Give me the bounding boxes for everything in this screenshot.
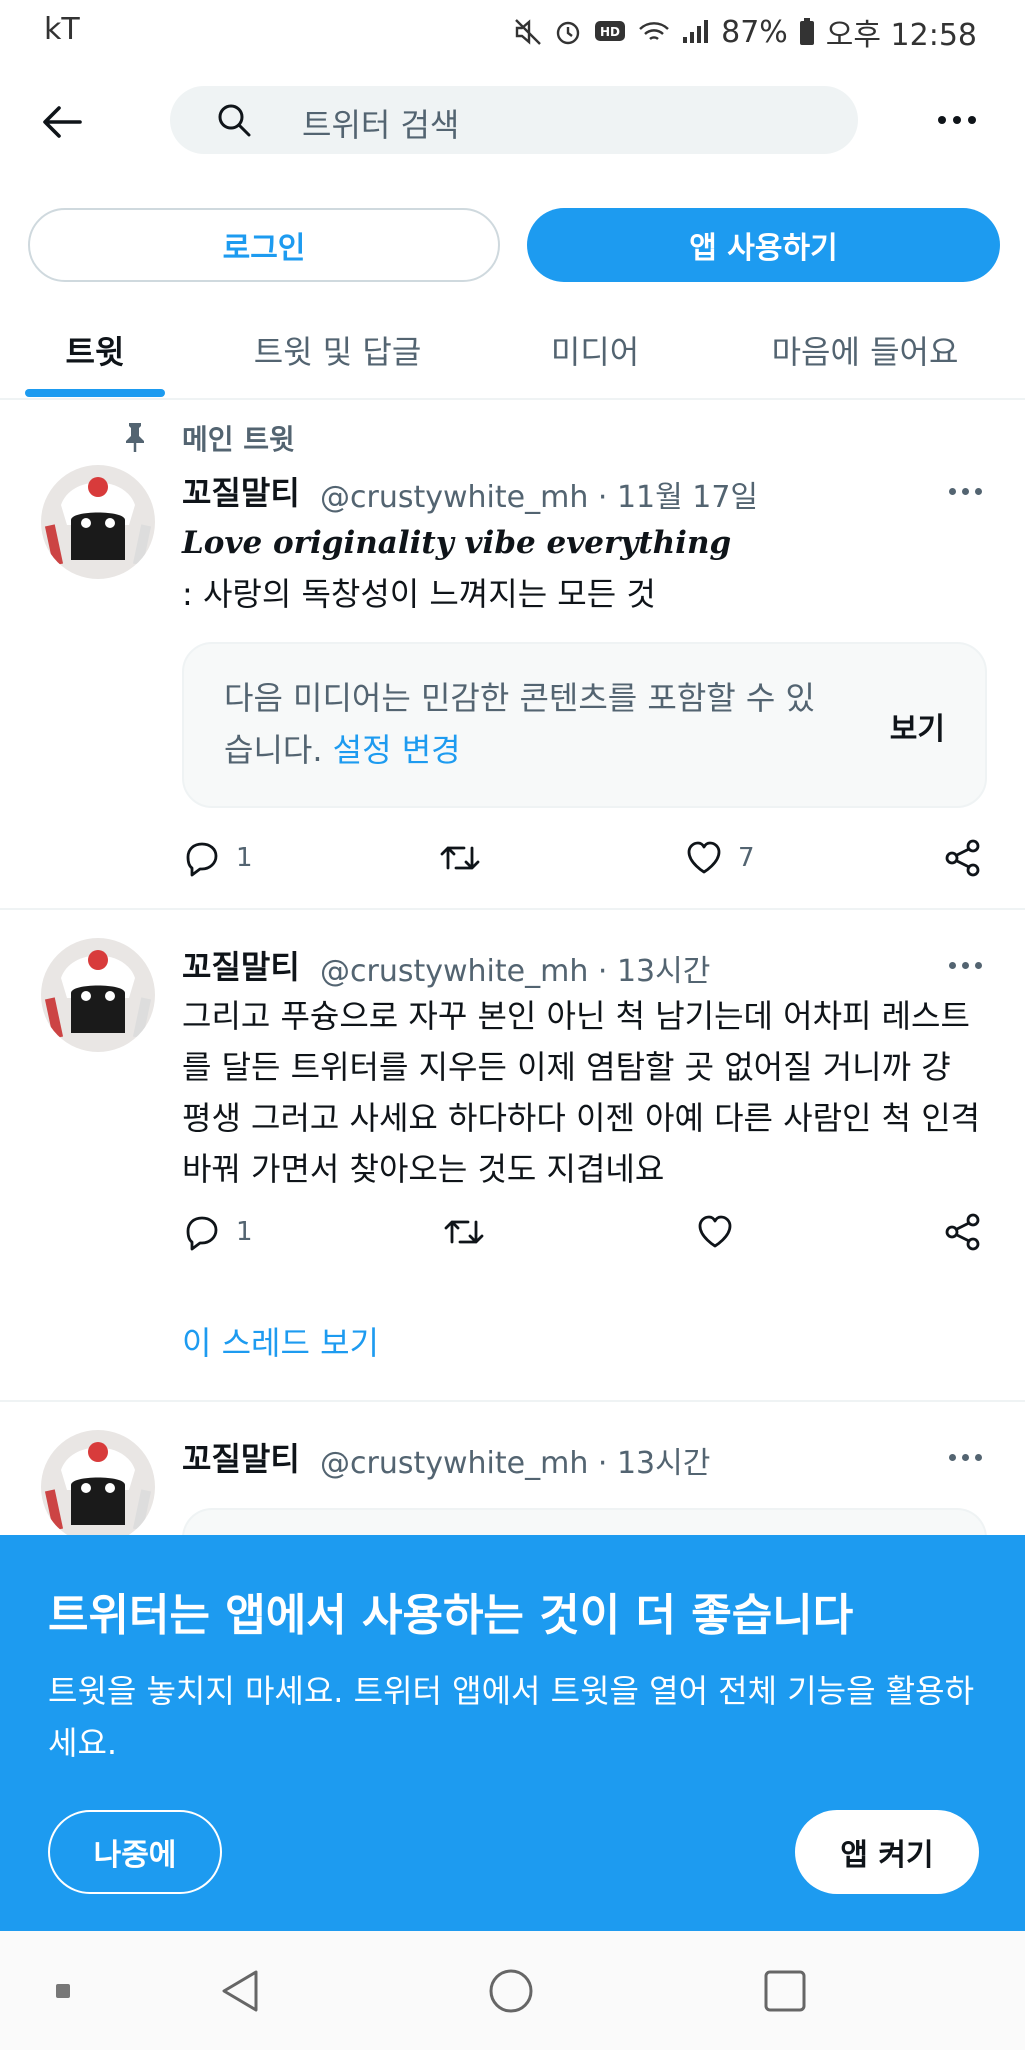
battery-icon bbox=[799, 18, 814, 45]
sensitive-media-message: 다음 미디어는 민감한 콘텐츠를 포함할 수 있습니다. bbox=[224, 679, 815, 769]
retweet-button[interactable] bbox=[438, 838, 482, 878]
nav-back-icon[interactable] bbox=[218, 1968, 262, 2014]
dot-icon bbox=[961, 487, 969, 495]
later-button[interactable]: 나중에 bbox=[48, 1810, 222, 1894]
back-button[interactable] bbox=[36, 96, 88, 148]
alarm-icon bbox=[556, 21, 580, 45]
retweet-icon bbox=[440, 846, 480, 870]
pinned-label: 메인 트윗 bbox=[182, 423, 295, 456]
arrow-left-icon bbox=[43, 106, 82, 138]
display-name[interactable]: 꼬질말티 bbox=[182, 942, 300, 988]
handle-timestamp: @crustywhite_mh · 13시간 bbox=[320, 1446, 711, 1481]
avatar[interactable] bbox=[41, 465, 155, 579]
open-app-button[interactable]: 앱 켜기 bbox=[795, 1810, 979, 1894]
tweet-divider bbox=[0, 1400, 1025, 1402]
carrier-label: kT bbox=[44, 12, 80, 47]
clock: 오후 12:58 bbox=[825, 18, 977, 53]
keyboard-indicator-icon bbox=[56, 1984, 70, 1998]
nav-home-icon[interactable] bbox=[488, 1968, 534, 2014]
active-tab-indicator bbox=[25, 389, 165, 397]
search-input[interactable]: 트위터 검색 bbox=[170, 86, 858, 154]
tweet-more-button[interactable] bbox=[940, 1442, 990, 1472]
tweet-text: Love originality vibe everything : 사랑의 독… bbox=[182, 518, 982, 620]
system-navigation-bar bbox=[0, 1931, 1025, 2050]
dot-icon bbox=[948, 1453, 956, 1461]
nav-recents-icon[interactable] bbox=[762, 1968, 808, 2014]
dot-icon bbox=[948, 487, 956, 495]
tweet-text: 그리고 푸슝으로 자꾸 본인 아닌 척 남기는데 어차피 레스트를 달든 트위터… bbox=[182, 997, 981, 1188]
handle-timestamp: @crustywhite_mh · 13시간 bbox=[320, 954, 711, 989]
dot-icon bbox=[968, 116, 976, 124]
avatar-image bbox=[41, 465, 155, 579]
pin-icon bbox=[126, 423, 144, 452]
dot-icon bbox=[961, 961, 969, 969]
change-settings-link[interactable]: 설정 변경 bbox=[333, 731, 461, 769]
tab-likes[interactable]: 마음에 들어요 bbox=[735, 300, 995, 400]
reply-button[interactable]: 1 bbox=[182, 838, 253, 878]
share-icon bbox=[945, 1213, 980, 1251]
tab-tweets-replies[interactable]: 트윗 및 답글 bbox=[215, 300, 460, 400]
app-prompt-title: 트위터는 앱에서 사용하는 것이 더 좋습니다 bbox=[48, 1590, 854, 1641]
profile-tabs: 트윗 트윗 및 답글 미디어 마음에 들어요 bbox=[0, 300, 1025, 400]
share-button[interactable] bbox=[944, 1212, 982, 1252]
more-options-button[interactable] bbox=[930, 100, 984, 140]
dot-icon bbox=[974, 487, 982, 495]
tab-tweets[interactable]: 트윗 bbox=[0, 300, 190, 400]
dot-icon bbox=[974, 961, 982, 969]
tweet-more-button[interactable] bbox=[940, 950, 990, 980]
app-prompt-body: 트윗을 놓치지 마세요. 트위터 앱에서 트윗을 열어 전체 기능을 활용하세요… bbox=[48, 1672, 975, 1762]
share-button[interactable] bbox=[944, 838, 982, 878]
tweet-text-line: : 사랑의 독창성이 느껴지는 모든 것 bbox=[182, 575, 656, 613]
reply-icon bbox=[186, 842, 218, 877]
tweet-more-button[interactable] bbox=[940, 476, 990, 506]
use-app-button[interactable]: 앱 사용하기 bbox=[527, 208, 1000, 282]
dot-icon bbox=[938, 116, 946, 124]
reply-button[interactable]: 1 bbox=[182, 1212, 253, 1252]
show-thread-link[interactable]: 이 스레드 보기 bbox=[182, 1318, 379, 1364]
app-prompt-banner: 트위터는 앱에서 사용하는 것이 더 좋습니다 트윗을 놓치지 마세요. 트위터… bbox=[0, 1535, 1025, 1931]
wifi-icon bbox=[639, 22, 669, 40]
search-icon bbox=[218, 104, 251, 137]
heart-icon bbox=[687, 841, 721, 874]
retweet-icon bbox=[444, 1220, 484, 1244]
heart-icon bbox=[698, 1215, 732, 1248]
like-button[interactable] bbox=[695, 1212, 735, 1252]
battery-percent: 87% bbox=[721, 14, 788, 50]
sensitive-media-text: 다음 미디어는 민감한 콘텐츠를 포함할 수 있습니다. 설정 변경 bbox=[224, 672, 844, 776]
reply-count: 1 bbox=[236, 1217, 253, 1247]
tab-media[interactable]: 미디어 bbox=[505, 300, 685, 400]
search-placeholder: 트위터 검색 bbox=[302, 106, 460, 144]
display-name[interactable]: 꼬질말티 bbox=[182, 1434, 300, 1480]
reply-count: 1 bbox=[236, 843, 253, 873]
like-button[interactable]: 7 bbox=[684, 838, 755, 878]
dot-icon bbox=[974, 1453, 982, 1461]
login-button[interactable]: 로그인 bbox=[28, 208, 500, 282]
avatar[interactable] bbox=[41, 938, 155, 1052]
dot-icon bbox=[948, 961, 956, 969]
share-icon bbox=[945, 839, 980, 877]
view-media-button[interactable]: 보기 bbox=[890, 704, 945, 748]
tweet-divider bbox=[0, 908, 1025, 910]
signal-icon bbox=[683, 20, 709, 43]
hd-icon: HD bbox=[595, 21, 626, 41]
dot-icon bbox=[953, 116, 961, 124]
status-icons: HD 87% 오후 12:58 bbox=[513, 10, 977, 54]
avatar-image bbox=[41, 1430, 155, 1544]
avatar-image bbox=[41, 938, 155, 1052]
status-bar: kT HD 87% 오후 12:58 bbox=[0, 0, 1025, 62]
dot-icon bbox=[961, 1453, 969, 1461]
reply-icon bbox=[186, 1216, 218, 1251]
sensitive-media-notice: 다음 미디어는 민감한 콘텐츠를 포함할 수 있습니다. 설정 변경 보기 bbox=[182, 642, 987, 808]
retweet-button[interactable] bbox=[442, 1212, 486, 1252]
display-name[interactable]: 꼬질말티 bbox=[182, 468, 300, 514]
mute-icon bbox=[515, 19, 541, 45]
like-count: 7 bbox=[738, 843, 755, 873]
svg-text:HD: HD bbox=[600, 25, 620, 39]
tweet-text-line: Love originality vibe everything bbox=[182, 525, 732, 561]
handle-timestamp: @crustywhite_mh · 11월 17일 bbox=[320, 480, 759, 515]
avatar[interactable] bbox=[41, 1430, 155, 1544]
